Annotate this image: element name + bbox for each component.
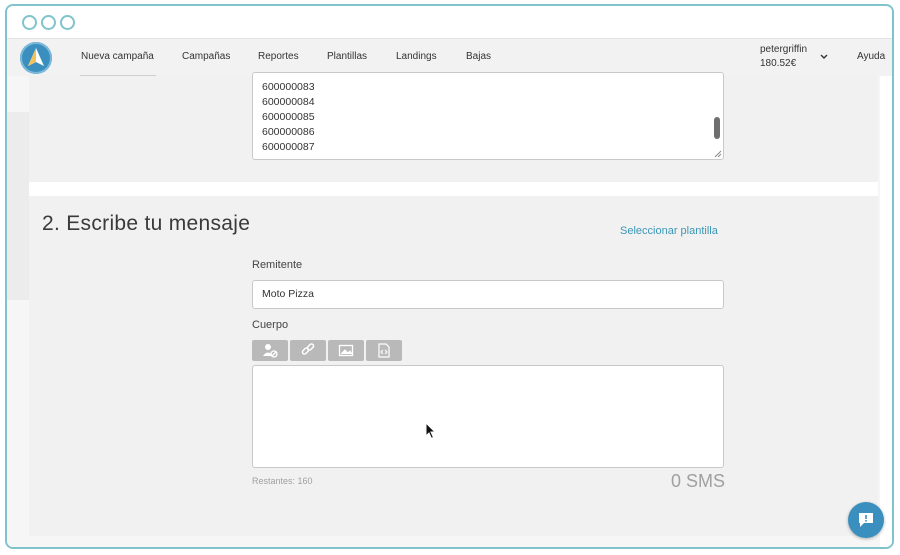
sms-count: 0 SMS xyxy=(671,471,726,491)
window-control-3[interactable] xyxy=(60,15,75,30)
recipients-panel: 600000083 600000084 600000085 600000086 … xyxy=(29,72,878,182)
main-content: 600000083 600000084 600000085 600000086 … xyxy=(7,72,892,547)
chat-button[interactable] xyxy=(848,502,884,538)
insert-code-button[interactable] xyxy=(366,340,402,361)
mouse-cursor-icon xyxy=(425,422,437,440)
user-tag-icon xyxy=(263,344,278,358)
nav-item-plantillas[interactable]: Plantillas xyxy=(327,51,367,62)
message-panel: 2. Escribe tu mensaje Seleccionar planti… xyxy=(29,196,878,536)
recipients-textarea[interactable]: 600000083 600000084 600000085 600000086 … xyxy=(252,72,724,160)
sender-field[interactable]: Moto Pizza xyxy=(252,280,724,309)
nav-item-reportes[interactable]: Reportes xyxy=(258,51,299,62)
body-label: Cuerpo xyxy=(252,319,289,331)
list-item: 600000085 xyxy=(262,111,315,123)
chevron-down-icon[interactable] xyxy=(819,52,829,62)
left-strip xyxy=(7,112,29,300)
scrollbar[interactable] xyxy=(714,117,720,139)
section-title: 2. Escribe tu mensaje xyxy=(42,212,251,235)
app-window: Nueva campaña Campañas Reportes Plantill… xyxy=(5,4,894,549)
title-bar xyxy=(7,6,892,38)
select-template-link[interactable]: Seleccionar plantilla xyxy=(620,225,718,237)
list-item: 600000086 xyxy=(262,126,315,138)
file-code-icon xyxy=(378,343,390,358)
user-balance: 180.52€ xyxy=(760,58,797,69)
list-item: 600000087 xyxy=(262,141,315,153)
nav-item-nueva-campana[interactable]: Nueva campaña xyxy=(81,51,154,62)
sender-label: Remitente xyxy=(252,259,303,271)
user-name[interactable]: petergriffin xyxy=(760,44,807,55)
image-icon xyxy=(338,344,354,357)
list-item: 600000084 xyxy=(262,96,315,108)
insert-link-button[interactable] xyxy=(290,340,326,361)
insert-field-button[interactable] xyxy=(252,340,288,361)
chat-icon xyxy=(859,513,873,527)
resize-handle-icon[interactable] xyxy=(714,150,722,158)
help-link[interactable]: Ayuda xyxy=(857,51,885,62)
window-control-2[interactable] xyxy=(41,15,56,30)
list-item: 600000083 xyxy=(262,81,315,93)
right-strip xyxy=(880,76,892,547)
section-divider xyxy=(29,182,878,196)
top-nav: Nueva campaña Campañas Reportes Plantill… xyxy=(7,38,892,77)
logo-icon[interactable] xyxy=(20,42,52,74)
nav-item-landings[interactable]: Landings xyxy=(396,51,437,62)
nav-item-campanas[interactable]: Campañas xyxy=(182,51,230,62)
insert-image-button[interactable] xyxy=(328,340,364,361)
window-control-1[interactable] xyxy=(22,15,37,30)
number-list: 600000083 600000084 600000085 600000086 … xyxy=(253,80,315,155)
remaining-chars: Restantes: 160 xyxy=(252,476,313,486)
nav-item-bajas[interactable]: Bajas xyxy=(466,51,491,62)
link-icon xyxy=(301,343,315,355)
message-body-textarea[interactable] xyxy=(252,365,724,468)
